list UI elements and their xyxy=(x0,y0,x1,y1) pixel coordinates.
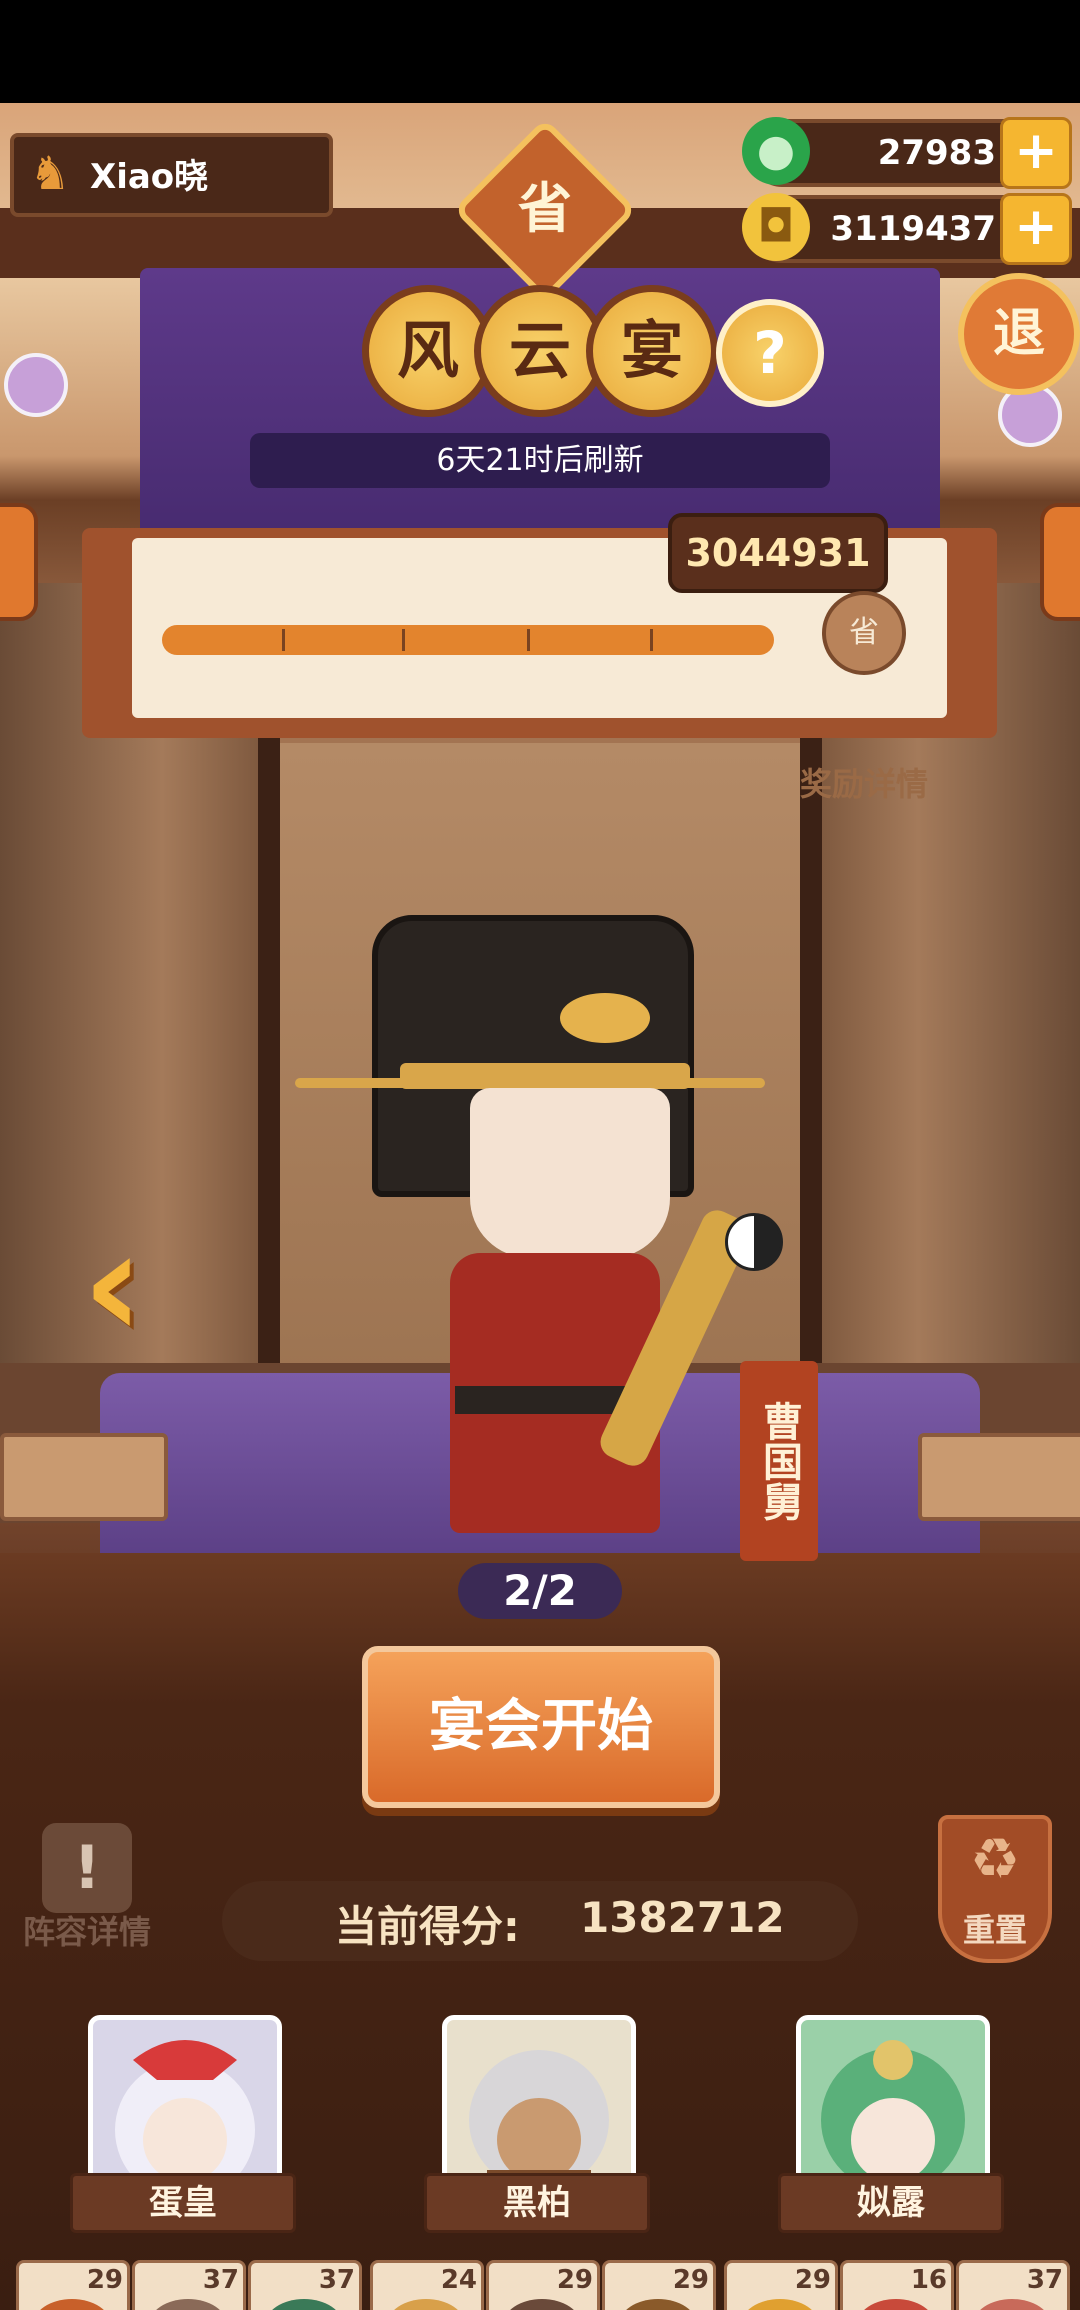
boss-hat-band xyxy=(400,1063,690,1089)
dish-icon xyxy=(33,2299,111,2310)
reward-details-link[interactable]: 奖励详情 xyxy=(800,759,928,805)
hero-name-2: 黑柏 xyxy=(424,2173,650,2233)
title-char-yan: 宴 xyxy=(586,285,718,417)
dish-icon xyxy=(857,2299,935,2310)
lantern-icon xyxy=(0,503,38,621)
previous-boss-arrow[interactable]: ‹ xyxy=(82,1210,192,1360)
player-info[interactable]: ♞ Xiao晓 xyxy=(10,133,333,217)
dish-slot-7[interactable]: 29 xyxy=(724,2260,838,2310)
flower-icon xyxy=(4,353,68,417)
dish-count: 37 xyxy=(202,2265,239,2295)
start-feast-button[interactable]: 宴会开始 xyxy=(362,1646,720,1808)
dish-slot-6[interactable]: 29 xyxy=(602,2260,716,2310)
reward-chest-icon[interactable]: 省 xyxy=(822,591,906,675)
dish-count: 29 xyxy=(556,2265,593,2295)
progress-tick xyxy=(527,629,530,651)
jade-value: 27983 xyxy=(877,133,996,173)
dish-slot-8[interactable]: 16 xyxy=(840,2260,954,2310)
dish-icon xyxy=(149,2299,227,2310)
dish-icon xyxy=(741,2299,819,2310)
current-score-value: 1382712 xyxy=(580,1893,785,1942)
page-indicator: 2/2 xyxy=(458,1563,622,1619)
yin-yang-icon xyxy=(725,1213,783,1271)
exclamation-icon: ! xyxy=(42,1823,132,1913)
jade-resource: ● 27983 + xyxy=(742,117,1072,189)
boss-name-tag: 曹国舅 xyxy=(740,1361,818,1561)
score-progress-bar xyxy=(162,625,774,655)
dish-slot-5[interactable]: 29 xyxy=(486,2260,600,2310)
dish-count: 29 xyxy=(672,2265,709,2295)
dish-slot-2[interactable]: 37 xyxy=(132,2260,246,2310)
add-jade-button[interactable]: + xyxy=(1000,117,1072,189)
dish-count: 37 xyxy=(318,2265,355,2295)
dish-slot-9[interactable]: 37 xyxy=(956,2260,1070,2310)
progress-tick xyxy=(650,629,653,651)
reset-button[interactable]: ♻ 重置 xyxy=(938,1815,1052,1963)
dish-slot-3[interactable]: 37 xyxy=(248,2260,362,2310)
lantern-icon xyxy=(1040,503,1080,621)
coin-resource: ◘ 3119437 + xyxy=(742,193,1072,265)
reset-label: 重置 xyxy=(962,1911,1027,1949)
hero-avatar-icon xyxy=(115,2040,255,2195)
coin-icon: ◘ xyxy=(742,193,810,261)
dish-count: 29 xyxy=(794,2265,831,2295)
player-avatar-icon: ♞ xyxy=(29,146,71,200)
dish-slot-4[interactable]: 24 xyxy=(370,2260,484,2310)
hero-name-1: 蛋皇 xyxy=(70,2173,296,2233)
current-score-label: 当前得分: xyxy=(335,1902,520,1951)
dish-count: 16 xyxy=(910,2265,947,2295)
hero-avatar-icon xyxy=(469,2050,609,2195)
hero-name-3: 姒露 xyxy=(778,2173,1004,2233)
dish-icon xyxy=(503,2299,581,2310)
coin-value: 3119437 xyxy=(830,209,996,249)
dish-count: 29 xyxy=(86,2265,123,2295)
province-badge[interactable]: 省 xyxy=(480,145,610,275)
lineup-details-button[interactable]: ! 阵容详情 xyxy=(12,1823,162,1953)
dish-slot-1[interactable]: 29 xyxy=(16,2260,130,2310)
dish-icon xyxy=(387,2299,465,2310)
recycle-icon: ♻ xyxy=(969,1827,1021,1892)
help-button[interactable]: ? xyxy=(716,299,824,407)
hero-avatar-icon xyxy=(821,2040,965,2192)
dish-icon xyxy=(265,2299,343,2310)
game-scene: ♞ Xiao晓 ● 27983 + ◘ 3119437 + 省 退 风 云 宴 … xyxy=(0,103,1080,2310)
dish-count: 37 xyxy=(1026,2265,1063,2295)
boss-hat-ornament xyxy=(560,993,650,1043)
boss-face xyxy=(470,1088,670,1258)
dish-icon xyxy=(619,2299,697,2310)
dish-count: 24 xyxy=(440,2265,477,2295)
jade-icon: ● xyxy=(742,117,810,185)
dish-icon xyxy=(973,2299,1051,2310)
refresh-timer: 6天21时后刷新 xyxy=(250,433,830,488)
add-coin-button[interactable]: + xyxy=(1000,193,1072,265)
target-score-tooltip: 3044931 xyxy=(668,513,888,593)
progress-tick xyxy=(402,629,405,651)
bench-right xyxy=(918,1433,1080,1521)
bench-left xyxy=(0,1433,168,1521)
player-name: Xiao晓 xyxy=(90,157,209,197)
exit-button[interactable]: 退 xyxy=(958,273,1080,395)
progress-tick xyxy=(282,629,285,651)
lineup-details-label: 阵容详情 xyxy=(22,1913,151,1951)
